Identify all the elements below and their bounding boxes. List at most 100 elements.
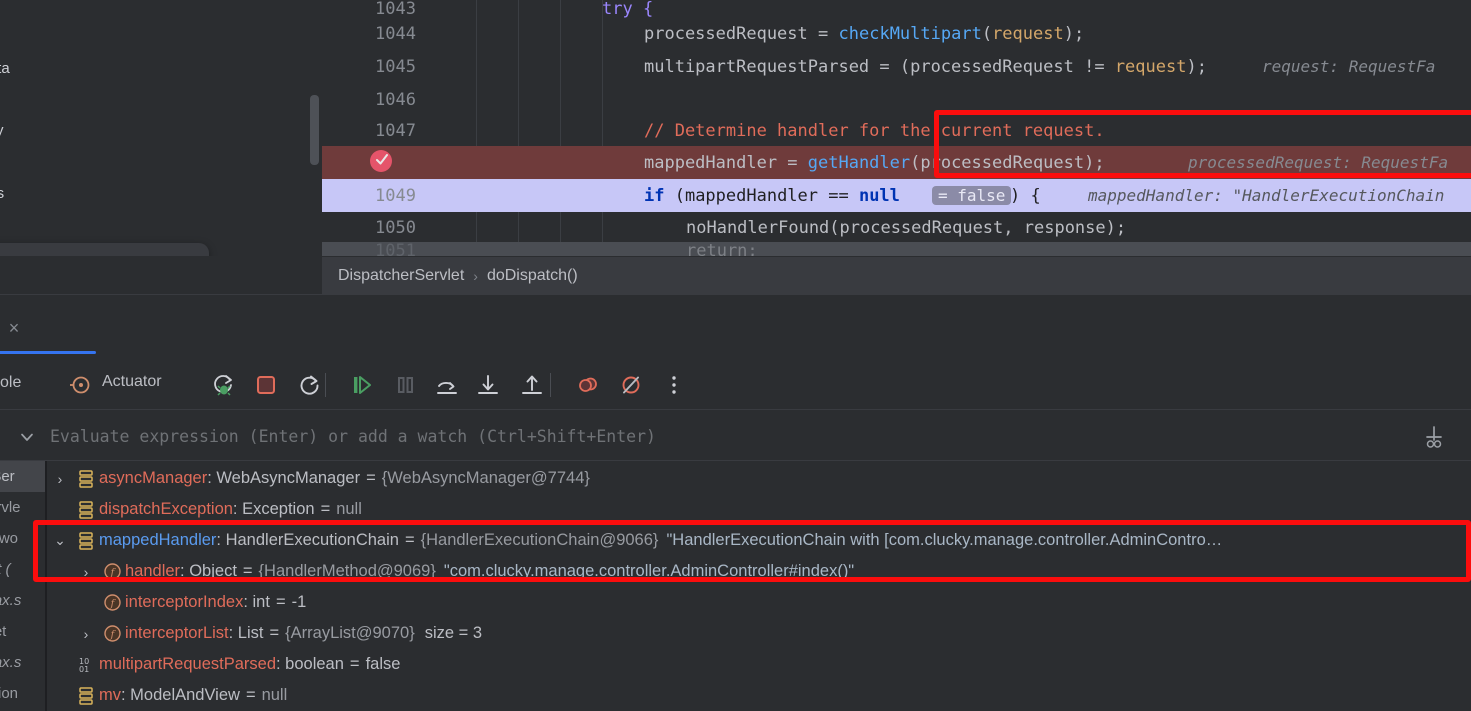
variable-type: : boolean — [276, 655, 344, 673]
line-number: 1046 — [375, 89, 416, 110]
evaluate-input-wrap — [50, 418, 1401, 454]
variable-row[interactable]: dispatchException : Exception = null — [47, 494, 1471, 525]
variable-value: {HandlerMethod@9069} — [258, 562, 436, 580]
frame-label: erSer — [0, 468, 15, 485]
view-breakpoints-button[interactable] — [615, 369, 647, 401]
equals-sign: = — [269, 624, 280, 642]
equals-sign: = — [242, 562, 253, 580]
object-icon — [73, 531, 99, 550]
code-line-execution[interactable]: 1049 if (mappedHandler == null = false )… — [322, 179, 1471, 212]
expand-arrow-icon[interactable]: › — [47, 471, 73, 487]
variable-row[interactable]: mv : ModelAndView = null — [47, 680, 1471, 711]
equals-sign: = — [349, 655, 360, 673]
tab-strip-divider — [0, 294, 1471, 295]
close-icon[interactable]: × — [9, 319, 20, 337]
variable-row[interactable]: ⌄ mappedHandler : HandlerExecutionChain … — [47, 525, 1471, 556]
object-icon — [73, 469, 99, 488]
equals-sign: = — [275, 593, 286, 611]
variable-type: : Exception — [232, 500, 315, 518]
actuator-icon[interactable] — [64, 369, 96, 401]
variable-row[interactable]: › f interceptorList : List = {ArrayList@… — [47, 618, 1471, 649]
frame-row[interactable]: erSer — [0, 461, 45, 492]
variable-string-value: "HandlerExecutionChain with [com.clucky.… — [666, 531, 1223, 549]
tab-application[interactable]: cation × — [0, 308, 29, 348]
expand-arrow-icon[interactable]: › — [73, 564, 99, 580]
breadcrumb-separator-icon: › — [473, 267, 478, 284]
code-line[interactable]: 1050 noHandlerFound(processedRequest, re… — [322, 211, 1471, 244]
frame-label: mewo — [0, 530, 19, 547]
toolbar-divider — [550, 373, 551, 397]
ide-debugger-window: Data ploy lp ges 1043 try { 1044 process… — [0, 0, 1471, 711]
breadcrumb-method[interactable]: doDispatch() — [487, 267, 578, 285]
variable-string-value: "com.clucky.manage.controller.AdminContr… — [443, 562, 855, 580]
frame-label: Servle — [0, 499, 21, 516]
rerun-debug-button[interactable] — [207, 369, 239, 401]
actuator-label[interactable]: Actuator — [102, 373, 162, 391]
code-editor[interactable]: 1043 try { 1044 processedRequest = check… — [322, 0, 1471, 256]
line-number: 1051 — [375, 241, 416, 256]
code-line[interactable]: 1047 // Determine handler for the curren… — [322, 114, 1471, 147]
equals-sign: = — [404, 531, 415, 549]
variable-row[interactable]: f interceptorIndex : int = -1 — [47, 587, 1471, 618]
variable-value: {HandlerExecutionChain@9066} — [420, 531, 659, 549]
breadcrumb-class[interactable]: DispatcherServlet — [338, 267, 464, 285]
evaluate-expression-input[interactable] — [50, 426, 1401, 446]
equals-sign: = — [366, 469, 376, 487]
stop-button[interactable] — [250, 369, 282, 401]
code-line[interactable]: 1045 multipartRequestParsed = (processed… — [322, 50, 1471, 83]
breadcrumb-left-pad — [0, 256, 322, 294]
reload-notification-popup[interactable]: er ate. Nothing to reload. dminInfo.html — [0, 243, 209, 256]
left-panel-item[interactable]: ploy — [0, 122, 4, 139]
left-panel-item[interactable]: Data — [0, 60, 10, 77]
frame-row[interactable]: cation — [0, 678, 45, 709]
more-options-button[interactable] — [658, 369, 690, 401]
variable-value: null — [336, 500, 362, 518]
frame-row[interactable]: avax.s — [0, 585, 45, 616]
left-panel-item[interactable]: ges — [0, 185, 4, 202]
frame-row[interactable]: Servle — [0, 492, 45, 523]
step-over-button[interactable] — [431, 369, 463, 401]
frame-row[interactable]: rvlet — [0, 616, 45, 647]
primitive-icon: 10 01 — [73, 656, 99, 674]
variable-row[interactable]: › f handler : Object = {HandlerMethod@90… — [47, 556, 1471, 587]
left-panel-scrollbar[interactable] — [310, 95, 319, 165]
left-tool-panel: Data ploy lp ges — [0, 0, 322, 256]
variable-row[interactable]: › asyncManager : WebAsyncManager = {WebA… — [47, 463, 1471, 494]
restart-button[interactable] — [293, 369, 325, 401]
code-line[interactable]: 1044 processedRequest = checkMultipart(r… — [322, 17, 1471, 50]
variable-name: multipartRequestParsed — [99, 655, 277, 673]
collapse-arrow-icon[interactable]: ⌄ — [47, 532, 73, 549]
step-into-button[interactable] — [472, 369, 504, 401]
variable-row[interactable]: 10 01 multipartRequestParsed : boolean =… — [47, 649, 1471, 680]
code-line[interactable]: 1046 — [322, 83, 1471, 116]
run-tool-window-tabs: cation × — [0, 294, 1471, 361]
inline-debug-hint: request: RequestFa — [1262, 57, 1436, 76]
frame-label: avax.s — [0, 592, 22, 609]
code-line-breakpoint[interactable]: mappedHandler = getHandler(processedRequ… — [322, 146, 1471, 179]
chevron-down-icon[interactable] — [14, 424, 40, 450]
inline-value-badge: = false — [932, 186, 1012, 205]
variable-value: false — [365, 655, 401, 673]
field-icon: f — [99, 562, 125, 581]
step-out-button[interactable] — [516, 369, 548, 401]
frame-row[interactable]: avax.s — [0, 647, 45, 678]
variables-panel: erSer Servle mewo vlet ( avax.s rvlet av… — [0, 461, 1471, 711]
line-number: 1043 — [375, 0, 416, 19]
editor-area: Data ploy lp ges 1043 try { 1044 process… — [0, 0, 1471, 256]
frame-row[interactable]: mewo — [0, 523, 45, 554]
mute-breakpoints-button[interactable] — [572, 369, 604, 401]
variable-value: -1 — [291, 593, 307, 611]
frame-row[interactable]: vlet ( — [0, 554, 45, 585]
console-tab-label[interactable]: sole — [0, 374, 21, 392]
line-number: 1045 — [375, 56, 416, 77]
add-watch-icon[interactable] — [1419, 422, 1449, 452]
svg-text:01: 01 — [79, 665, 89, 674]
pause-program-button[interactable] — [390, 369, 422, 401]
variable-type: : int — [243, 593, 270, 611]
resume-program-button[interactable] — [346, 369, 378, 401]
expand-arrow-icon[interactable]: › — [73, 626, 99, 642]
code-line[interactable]: 1051 return; — [322, 241, 1471, 256]
variable-value: {WebAsyncManager@7744} — [381, 469, 590, 487]
breakpoint-icon[interactable] — [370, 150, 392, 172]
breadcrumb: DispatcherServlet › doDispatch() — [322, 256, 1471, 294]
